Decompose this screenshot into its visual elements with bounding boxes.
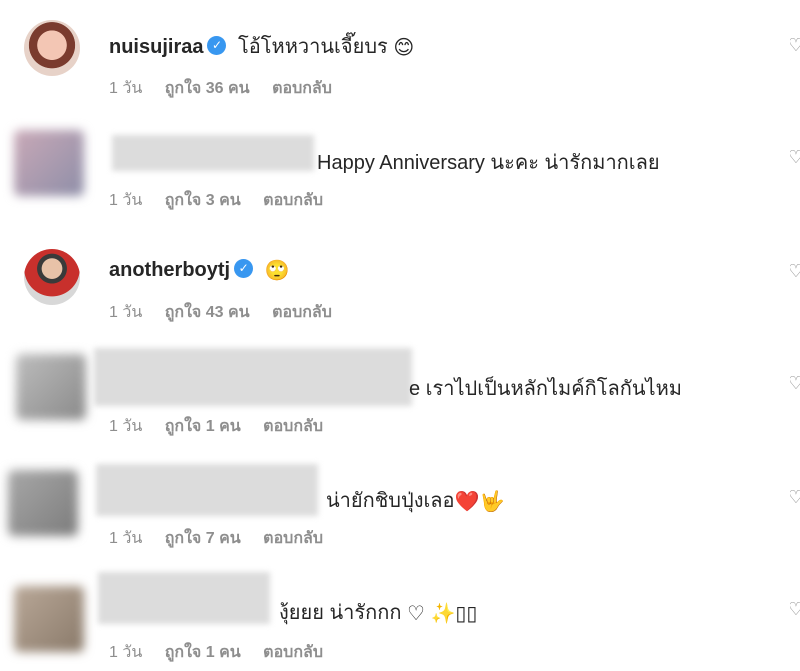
comment-line: น่ายักชิบปุ่งเลอ❤️🤟 bbox=[326, 484, 504, 516]
like-count[interactable]: ถูกใจ 36 คน bbox=[165, 80, 250, 97]
comment-text: e เราไปเป็นหลักไมค์กิโลกันไหม bbox=[409, 378, 682, 400]
comment-meta: 1 วัน ถูกใจ 3 คน ตอบกลับ bbox=[109, 188, 341, 213]
comment-time: 1 วัน bbox=[109, 304, 143, 321]
heart-outline-icon[interactable]: ♡ bbox=[790, 376, 800, 392]
avatar[interactable] bbox=[24, 20, 80, 76]
comment-item: Happy Anniversary นะคะ น่ารักมากเลย 1 วั… bbox=[0, 110, 800, 222]
comment-time: 1 วัน bbox=[109, 530, 143, 547]
avatar[interactable] bbox=[24, 249, 80, 305]
avatar[interactable] bbox=[14, 586, 84, 652]
like-count[interactable]: ถูกใจ 43 คน bbox=[165, 304, 250, 321]
heart-sparkle-emoji-icon: ♡ ✨▯▯ bbox=[407, 603, 478, 626]
comment-item: น่ายักชิบปุ่งเลอ❤️🤟 1 วัน ถูกใจ 7 คน ตอบ… bbox=[0, 460, 800, 568]
reply-button[interactable]: ตอบกลับ bbox=[272, 80, 332, 97]
avatar[interactable] bbox=[14, 130, 84, 196]
comment-meta: 1 วัน ถูกใจ 36 คน ตอบกลับ bbox=[109, 76, 350, 101]
username[interactable]: nuisujiraa bbox=[109, 36, 203, 58]
username-redacted bbox=[112, 135, 314, 171]
reply-button[interactable]: ตอบกลับ bbox=[272, 304, 332, 321]
like-count[interactable]: ถูกใจ 3 คน bbox=[165, 192, 241, 209]
comment-time: 1 วัน bbox=[109, 192, 143, 209]
comment-text: น่ายักชิบปุ่งเลอ bbox=[326, 490, 455, 512]
smile-emoji-icon: 😊 bbox=[393, 37, 415, 60]
verified-badge-icon: ✓ bbox=[234, 259, 254, 278]
like-count[interactable]: ถูกใจ 1 คน bbox=[165, 418, 241, 435]
avatar[interactable] bbox=[8, 470, 78, 536]
reply-button[interactable]: ตอบกลับ bbox=[263, 192, 323, 209]
comment-meta: 1 วัน ถูกใจ 1 คน ตอบกลับ bbox=[109, 414, 341, 439]
comment-time: 1 วัน bbox=[109, 418, 143, 435]
username-redacted bbox=[98, 572, 270, 624]
comment-meta: 1 วัน ถูกใจ 1 คน ตอบกลับ bbox=[109, 640, 341, 665]
comment-item: งุ้ยยย น่ารักกก ♡ ✨▯▯ 1 วัน ถูกใจ 1 คน ต… bbox=[0, 568, 800, 671]
like-count[interactable]: ถูกใจ 1 คน bbox=[165, 644, 241, 661]
comment-time: 1 วัน bbox=[109, 644, 143, 661]
username-redacted bbox=[94, 348, 412, 406]
comment-line: anotherboytj ✓ 🙄 bbox=[109, 258, 290, 283]
username[interactable]: anotherboytj bbox=[109, 259, 230, 281]
heart-outline-icon[interactable]: ♡ bbox=[790, 38, 800, 54]
comment-time: 1 วัน bbox=[109, 80, 143, 97]
reply-button[interactable]: ตอบกลับ bbox=[263, 418, 323, 435]
heart-outline-icon[interactable]: ♡ bbox=[790, 490, 800, 506]
comment-item: e เราไปเป็นหลักไมค์กิโลกันไหม 1 วัน ถูกใ… bbox=[0, 342, 800, 460]
like-count[interactable]: ถูกใจ 7 คน bbox=[165, 530, 241, 547]
username-redacted bbox=[96, 464, 318, 516]
comment-text: โอ้โหหวานเจี๊ยบร bbox=[238, 36, 388, 58]
heart-hand-emoji-icon: ❤️🤟 bbox=[454, 491, 505, 514]
comment-line: งุ้ยยย น่ารักกก ♡ ✨▯▯ bbox=[279, 596, 477, 628]
heart-outline-icon[interactable]: ♡ bbox=[790, 150, 800, 166]
comment-line: e เราไปเป็นหลักไมค์กิโลกันไหม bbox=[409, 372, 682, 404]
heart-outline-icon[interactable]: ♡ bbox=[790, 602, 800, 618]
avatar[interactable] bbox=[16, 354, 86, 420]
heart-outline-icon[interactable]: ♡ bbox=[790, 264, 800, 280]
comment-text: งุ้ยยย น่ารักกก bbox=[279, 602, 402, 624]
reply-button[interactable]: ตอบกลับ bbox=[263, 530, 323, 547]
rolling-eyes-emoji-icon: 🙄 bbox=[264, 260, 290, 282]
comment-text: Happy Anniversary นะคะ น่ารักมากเลย bbox=[317, 152, 660, 174]
comment-line: nuisujiraa ✓ โอ้โหหวานเจี๊ยบร 😊 bbox=[109, 30, 414, 62]
reply-button[interactable]: ตอบกลับ bbox=[263, 644, 323, 661]
comment-meta: 1 วัน ถูกใจ 43 คน ตอบกลับ bbox=[109, 300, 350, 325]
comment-item: anotherboytj ✓ 🙄 1 วัน ถูกใจ 43 คน ตอบกลั… bbox=[0, 222, 800, 342]
comment-line: Happy Anniversary นะคะ น่ารักมากเลย bbox=[317, 146, 660, 178]
comment-item: nuisujiraa ✓ โอ้โหหวานเจี๊ยบร 😊 1 วัน ถูก… bbox=[0, 0, 800, 110]
verified-badge-icon: ✓ bbox=[207, 36, 227, 56]
comment-meta: 1 วัน ถูกใจ 7 คน ตอบกลับ bbox=[109, 526, 341, 551]
